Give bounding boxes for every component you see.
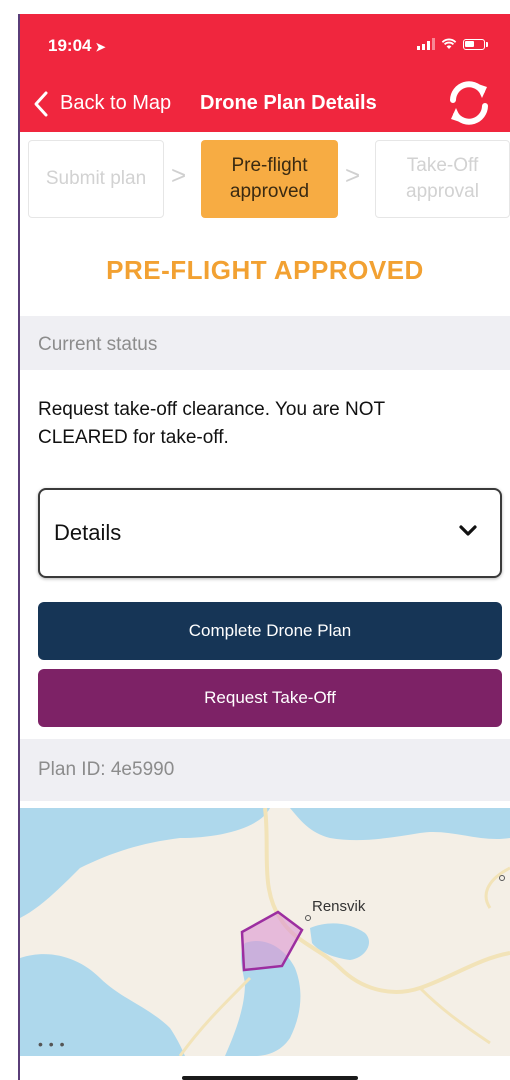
refresh-icon[interactable] [444, 78, 494, 128]
step-pre-flight-approved: Pre-flight approved [201, 140, 338, 218]
approval-status-heading: PRE-FLIGHT APPROVED [106, 255, 424, 285]
status-message: Request take-off clearance. You are NOT … [38, 399, 385, 448]
chevron-down-icon [459, 525, 477, 536]
step-separator: > [345, 160, 361, 190]
map-place-label: Rensvik [312, 898, 366, 915]
step-take-off-approval: Take-Off approval [375, 140, 510, 218]
location-arrow-icon: ➤ [95, 40, 106, 54]
battery-tip [486, 41, 488, 47]
map-canvas [20, 808, 510, 1056]
map-attribution-dots: • • • [38, 1036, 66, 1052]
progress-steps: Submit plan > Pre-flight approved > Take… [20, 132, 510, 232]
request-take-off-button[interactable]: Request Take-Off [38, 669, 502, 727]
status-time: 19:04 ➤ [48, 36, 106, 55]
page-title: Drone Plan Details [200, 92, 377, 114]
back-to-map-link[interactable]: Back to Map [60, 92, 171, 115]
step-separator: > [171, 160, 187, 190]
status-icons [417, 38, 488, 50]
plan-id-section: Plan ID: 4e5990 [20, 739, 510, 801]
app-screen: 19:04 ➤ Back to Map Drone Plan Details S… [20, 14, 510, 1080]
current-status-label: Current status [38, 334, 158, 355]
details-dropdown[interactable]: Details [38, 488, 502, 578]
back-chevron-icon[interactable] [32, 90, 50, 118]
signal-icon [417, 38, 435, 50]
home-indicator[interactable] [182, 1076, 358, 1080]
step-submit-plan: Submit plan [28, 140, 164, 218]
details-label: Details [54, 520, 122, 545]
device-frame-top [18, 0, 510, 14]
battery-icon [463, 38, 485, 50]
complete-drone-plan-button[interactable]: Complete Drone Plan [38, 602, 502, 660]
header-bar: 19:04 ➤ Back to Map Drone Plan Details [20, 14, 510, 132]
map-view[interactable]: Rensvik • • • [20, 808, 510, 1056]
plan-id-label: Plan ID: 4e5990 [38, 759, 175, 780]
current-status-section: Current status [20, 316, 510, 370]
wifi-icon [441, 38, 457, 49]
